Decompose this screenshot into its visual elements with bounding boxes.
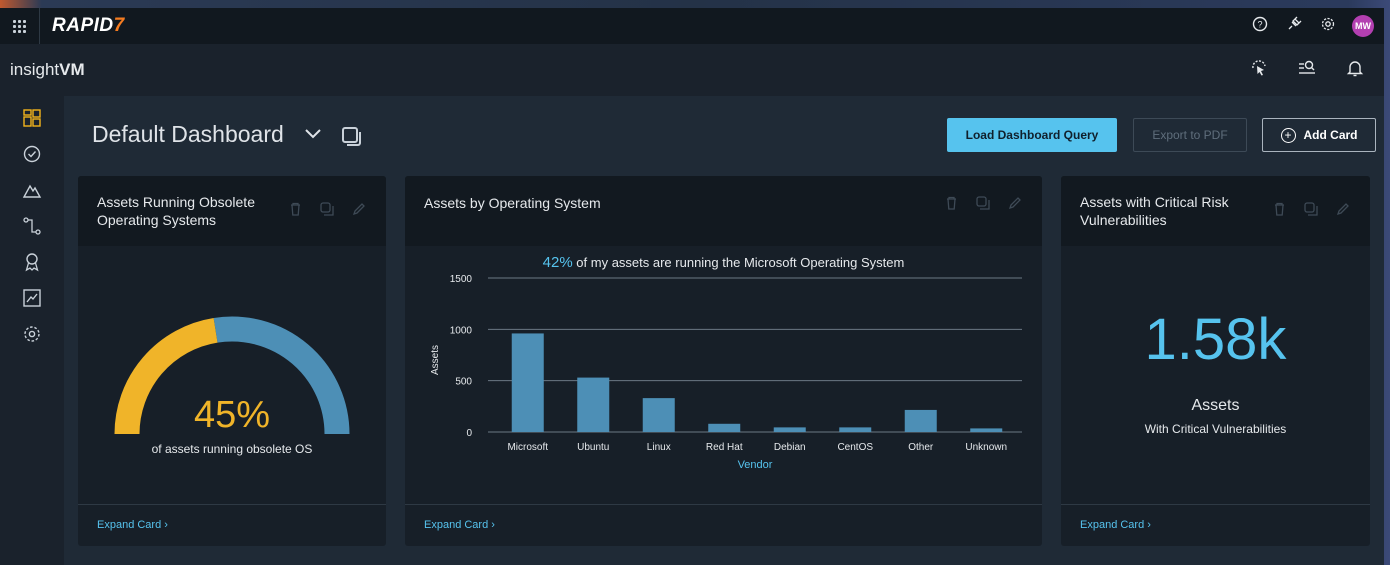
card-title: Assets Running Obsolete Operating System… bbox=[97, 194, 255, 228]
mountain-icon[interactable] bbox=[17, 178, 47, 202]
x-tick-label: Microsoft bbox=[507, 442, 548, 453]
y-tick-label: 1500 bbox=[450, 274, 473, 285]
dashboard-title-bar: Default Dashboard bbox=[92, 121, 361, 148]
y-tick-label: 1000 bbox=[450, 325, 473, 336]
x-axis-label: Vendor bbox=[738, 459, 773, 471]
card-obsolete-os: Assets Running Obsolete Operating System… bbox=[78, 176, 386, 546]
bar bbox=[708, 423, 741, 432]
bar bbox=[839, 427, 872, 432]
load-dashboard-query-button[interactable]: Load Dashboard Query bbox=[947, 118, 1117, 152]
card-title: Assets by Operating System bbox=[424, 195, 601, 211]
x-tick-label: Linux bbox=[647, 442, 671, 453]
bar bbox=[773, 427, 806, 432]
scan-cursor-icon[interactable] bbox=[1248, 58, 1270, 83]
card-footer: Expand Card › bbox=[1061, 504, 1370, 546]
rapid7-logo: RAPID7 bbox=[52, 15, 125, 36]
check-circle-icon[interactable] bbox=[17, 142, 47, 166]
trash-icon[interactable] bbox=[945, 196, 958, 213]
product-name[interactable]: insightVM bbox=[10, 60, 85, 80]
brand-bar: RAPID7 ? MW bbox=[0, 8, 1384, 44]
bar bbox=[511, 333, 544, 432]
add-card-button[interactable]: + Add Card bbox=[1262, 118, 1376, 152]
bar bbox=[904, 409, 937, 432]
x-tick-label: Red Hat bbox=[706, 442, 743, 453]
card-tools bbox=[1273, 202, 1350, 219]
trash-icon[interactable] bbox=[289, 202, 302, 219]
card-tools bbox=[289, 202, 366, 219]
bar bbox=[642, 398, 675, 432]
copy-icon[interactable] bbox=[976, 196, 990, 213]
edit-icon[interactable] bbox=[352, 202, 366, 219]
bar bbox=[577, 377, 610, 432]
gear-icon[interactable] bbox=[1318, 16, 1338, 36]
x-tick-label: Other bbox=[908, 442, 934, 453]
chevron-down-icon[interactable] bbox=[304, 124, 322, 145]
y-tick-label: 0 bbox=[466, 428, 472, 439]
page-title: Default Dashboard bbox=[92, 121, 284, 147]
avatar[interactable]: MW bbox=[1352, 15, 1374, 37]
expand-card-link[interactable]: Expand Card › bbox=[424, 519, 495, 531]
edit-icon[interactable] bbox=[1336, 202, 1350, 219]
gauge-subtitle: of assets running obsolete OS bbox=[151, 442, 313, 456]
bell-icon[interactable] bbox=[1344, 58, 1366, 83]
copy-dashboard-icon[interactable] bbox=[341, 126, 361, 146]
card-header: Assets Running Obsolete Operating System… bbox=[78, 176, 386, 246]
svg-text:?: ? bbox=[1257, 20, 1262, 30]
dashboard-main: Default Dashboard Load Dashboard Query E… bbox=[64, 96, 1384, 565]
card-title: Assets with Critical Risk Vulnerabilitie… bbox=[1080, 194, 1229, 228]
card-critical-risk: Assets with Critical Risk Vulnerabilitie… bbox=[1061, 176, 1370, 546]
card-header: Assets by Operating System bbox=[405, 176, 1042, 246]
help-icon[interactable]: ? bbox=[1250, 16, 1270, 36]
ribbon-icon[interactable] bbox=[17, 250, 47, 274]
product-bar: insightVM bbox=[0, 44, 1384, 96]
critical-asset-count: 1.58k bbox=[1144, 307, 1287, 372]
x-tick-label: Unknown bbox=[965, 442, 1007, 453]
app-window: RAPID7 ? MW insightVM Default Dashboard … bbox=[0, 8, 1384, 565]
expand-card-link[interactable]: Expand Card › bbox=[97, 519, 168, 531]
copy-icon[interactable] bbox=[1304, 202, 1318, 219]
copy-icon[interactable] bbox=[320, 202, 334, 219]
trash-icon[interactable] bbox=[1273, 202, 1286, 219]
edit-icon[interactable] bbox=[1008, 196, 1022, 213]
trend-chart-icon[interactable] bbox=[17, 286, 47, 310]
card-header: Assets with Critical Risk Vulnerabilitie… bbox=[1061, 176, 1370, 246]
export-pdf-button[interactable]: Export to PDF bbox=[1133, 118, 1247, 152]
card-assets-by-os: Assets by Operating System 42% of my ass… bbox=[405, 176, 1042, 546]
card-footer: Expand Card › bbox=[78, 504, 386, 546]
expand-card-link[interactable]: Expand Card › bbox=[1080, 519, 1151, 531]
card-footer: Expand Card › bbox=[405, 504, 1042, 546]
y-axis-label: Assets bbox=[430, 345, 441, 375]
y-tick-label: 500 bbox=[455, 377, 472, 388]
bar bbox=[970, 428, 1003, 432]
add-card-label: Add Card bbox=[1303, 128, 1358, 142]
critical-sublabel: With Critical Vulnerabilities bbox=[1144, 422, 1287, 436]
search-list-icon[interactable] bbox=[1296, 58, 1318, 83]
critical-label: Assets bbox=[1191, 397, 1240, 414]
gear-icon[interactable] bbox=[17, 322, 47, 346]
sidebar bbox=[0, 96, 64, 565]
x-tick-label: Debian bbox=[774, 442, 806, 453]
app-switcher-icon[interactable] bbox=[0, 8, 40, 44]
x-tick-label: CentOS bbox=[837, 442, 873, 453]
x-tick-label: Ubuntu bbox=[577, 442, 609, 453]
plug-icon[interactable] bbox=[1284, 16, 1304, 36]
dashboard-grid-icon[interactable] bbox=[17, 106, 47, 130]
os-bar-chart: 0 500 1000 1500 Microsoft Ubuntu Linux Red Hat D… bbox=[430, 274, 1022, 471]
workflow-icon[interactable] bbox=[17, 214, 47, 238]
gauge-percent: 45% bbox=[193, 394, 271, 436]
plus-circle-icon: + bbox=[1280, 127, 1296, 143]
card-tools bbox=[945, 196, 1022, 213]
